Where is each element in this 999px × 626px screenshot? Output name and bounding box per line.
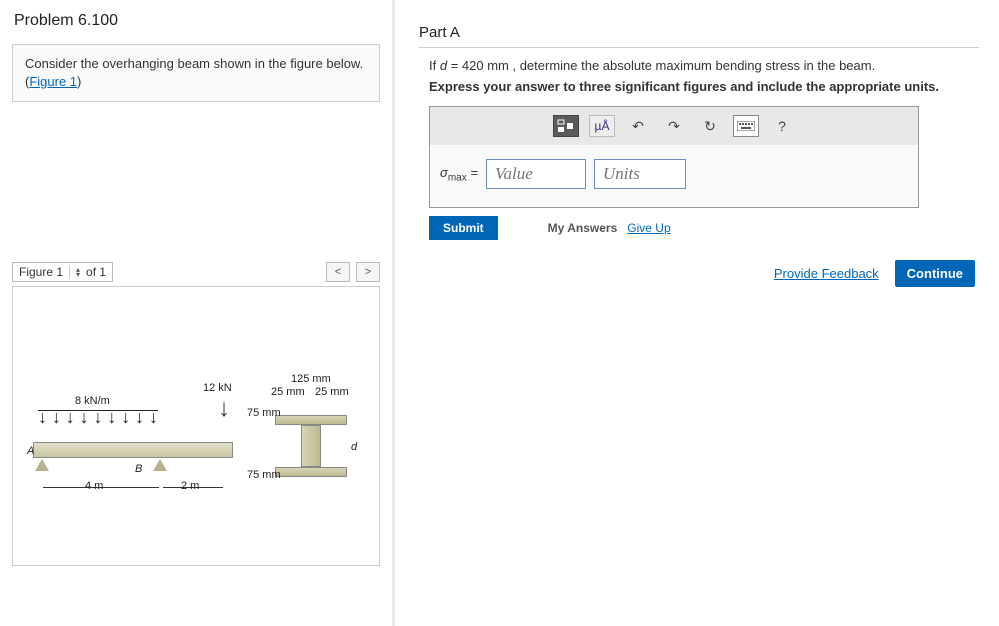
cs-d-label: d <box>351 441 357 453</box>
beam <box>33 442 233 458</box>
figure-header: Figure 1 ▴▾ of 1 < > <box>12 262 380 282</box>
submit-button[interactable]: Submit <box>429 216 498 240</box>
sigma-label: σmax = <box>440 165 478 184</box>
dist-load-arrows: ↓↓↓↓↓↓↓↓↓ <box>38 412 158 422</box>
point-b-label: B <box>135 463 142 475</box>
span2-label: 2 m <box>181 480 199 492</box>
figure-next-button[interactable]: > <box>356 262 380 282</box>
give-up-link[interactable]: Give Up <box>627 221 670 235</box>
help-button[interactable]: ? <box>769 115 795 137</box>
cs-top-flange <box>275 415 347 425</box>
cs-25b-label: 25 mm <box>315 386 349 398</box>
figure-selector[interactable]: Figure 1 ▴▾ of 1 <box>12 262 113 282</box>
continue-button[interactable]: Continue <box>895 260 975 287</box>
cs-bot-flange <box>275 467 347 477</box>
special-chars-button[interactable]: µÅ <box>589 115 615 137</box>
provide-feedback-link[interactable]: Provide Feedback <box>774 266 879 281</box>
undo-button[interactable]: ↶ <box>625 115 651 137</box>
reset-button[interactable]: ↻ <box>697 115 723 137</box>
dist-load-label: 8 kN/m <box>75 395 110 407</box>
instruction-text: Express your answer to three significant… <box>419 79 979 94</box>
submit-row: Submit My Answers Give Up <box>429 216 979 240</box>
support-b <box>153 459 167 471</box>
problem-title: Problem 6.100 <box>0 0 392 38</box>
point-load-arrow: ↓ <box>218 395 230 423</box>
cs-75b-label: 75 mm <box>247 469 281 481</box>
cs-75a-label: 75 mm <box>247 407 281 419</box>
cs-web <box>301 425 321 467</box>
value-input[interactable] <box>486 159 586 189</box>
templates-icon[interactable] <box>553 115 579 137</box>
my-answers-label: My Answers <box>548 221 618 235</box>
updown-icon[interactable]: ▴▾ <box>76 267 80 277</box>
figure-count: of 1 <box>86 265 106 279</box>
figure-selector-label: Figure 1 <box>19 265 63 279</box>
point-load-label: 12 kN <box>203 382 232 394</box>
point-a-label: A <box>27 445 34 457</box>
keyboard-button[interactable] <box>733 115 759 137</box>
answer-input-row: σmax = <box>430 145 918 207</box>
footer-row: Provide Feedback Continue <box>419 260 979 287</box>
figure-canvas: ↓↓↓↓↓↓↓↓↓ 8 kN/m 12 kN ↓ A B 4 m 2 m 125… <box>12 286 380 566</box>
figure-link[interactable]: Figure 1 <box>29 74 77 89</box>
problem-statement: Consider the overhanging beam shown in t… <box>12 44 380 102</box>
units-input[interactable] <box>594 159 686 189</box>
statement-text-post: ) <box>77 74 81 89</box>
answer-box: µÅ ↶ ↷ ↻ ? σmax = <box>429 106 919 208</box>
question-text: If d = 420 mm , determine the absolute m… <box>419 58 979 73</box>
figure-prev-button[interactable]: < <box>326 262 350 282</box>
support-a <box>35 459 49 471</box>
divider <box>419 47 979 48</box>
part-title: Part A <box>419 24 979 41</box>
cs-25a-label: 25 mm <box>271 386 305 398</box>
span1-label: 4 m <box>85 480 103 492</box>
redo-button[interactable]: ↷ <box>661 115 687 137</box>
cs-125-label: 125 mm <box>291 373 331 385</box>
answer-toolbar: µÅ ↶ ↷ ↻ ? <box>430 107 918 145</box>
